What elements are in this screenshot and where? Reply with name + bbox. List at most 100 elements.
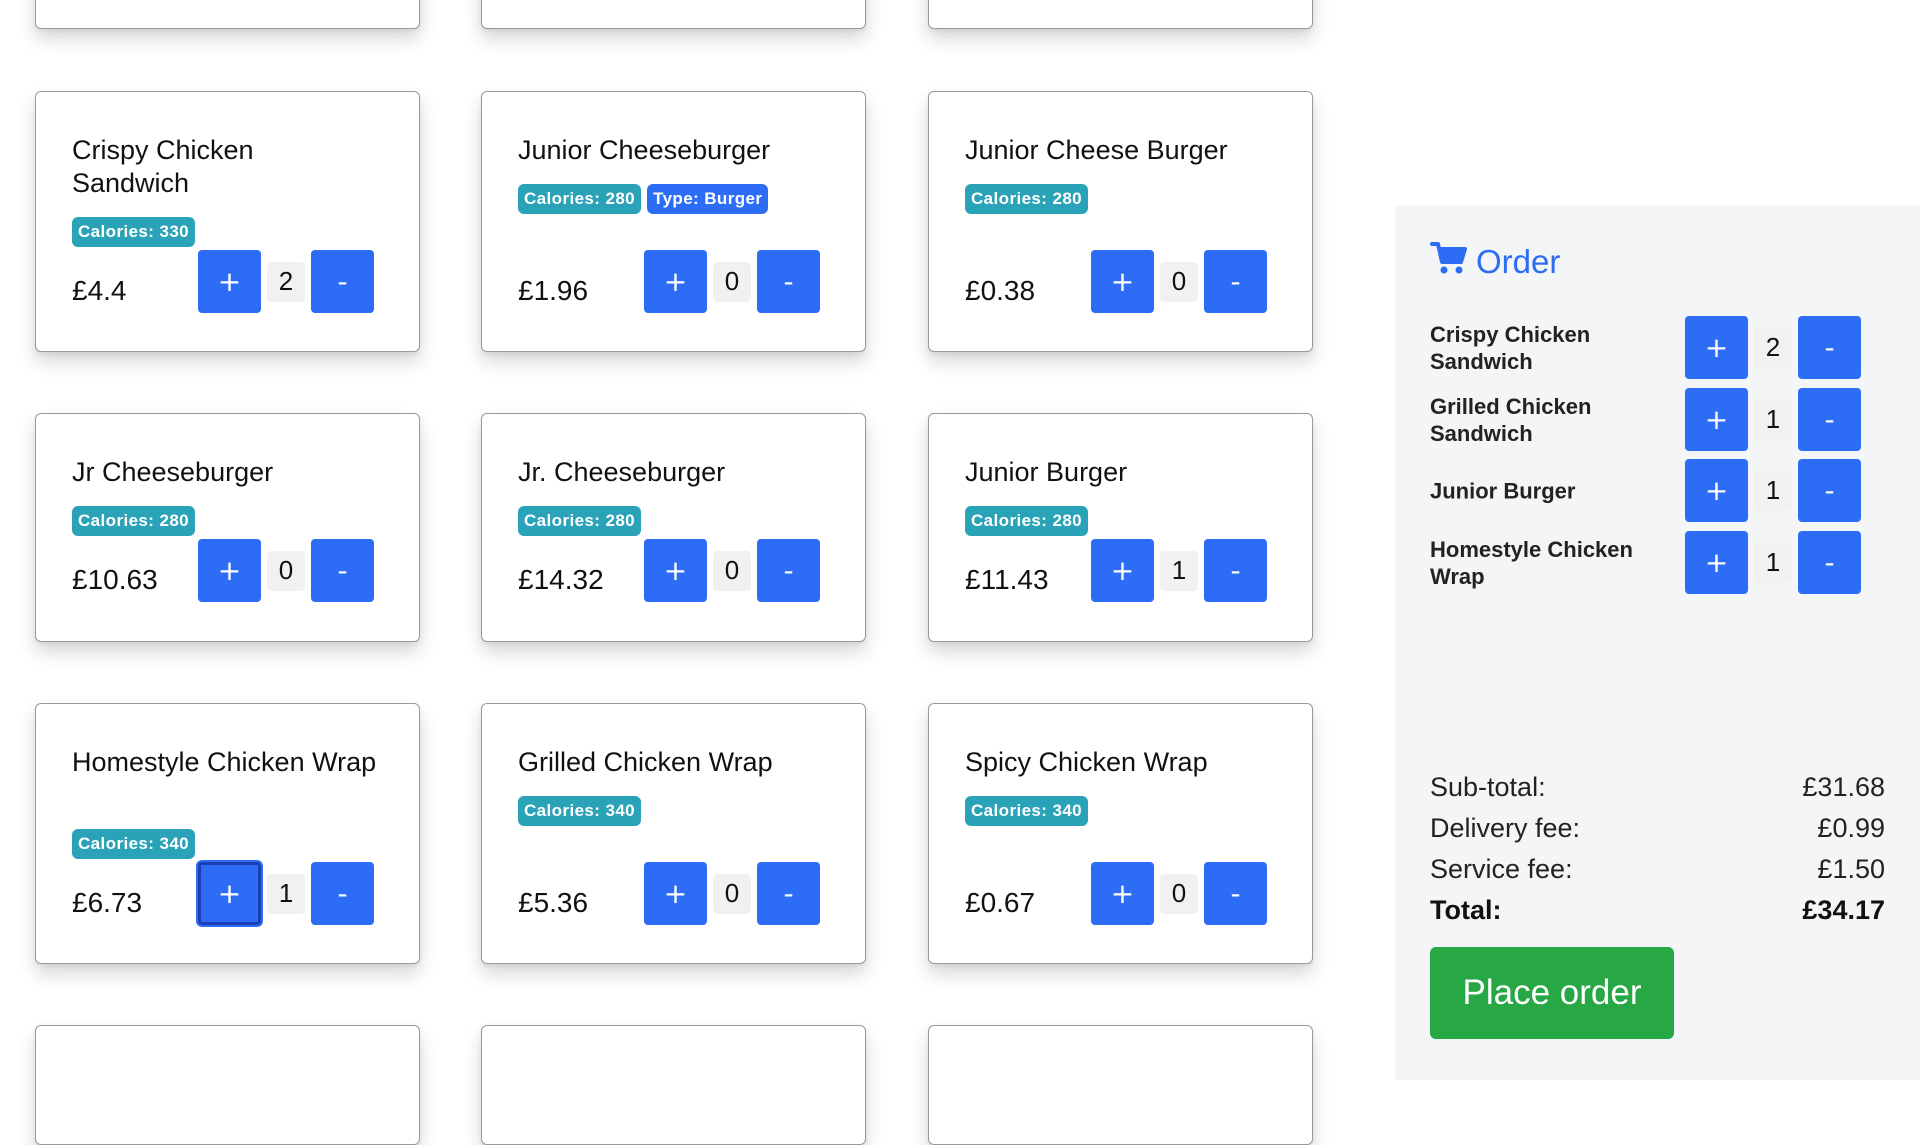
menu-item-price: £10.63 [72, 564, 158, 595]
order-summary: Sub-total: £31.68 Delivery fee: £0.99 Se… [1430, 767, 1885, 931]
menu-item-price: £4.4 [72, 275, 127, 306]
decrease-button[interactable]: - [1204, 539, 1267, 602]
decrease-button[interactable]: - [1798, 459, 1861, 522]
increase-button[interactable]: + [1685, 316, 1748, 379]
menu-item-price: £5.36 [518, 887, 589, 918]
order-item-name: Junior Burger [1430, 478, 1576, 504]
menu-card-grilled-chicken-wrap: Grilled Chicken Wrap Calories: 340 £5.36… [481, 703, 866, 964]
menu-item-price: £11.43 [965, 564, 1049, 595]
calories-badge: Calories: 340 [518, 796, 642, 826]
increase-button[interactable]: + [1091, 539, 1154, 602]
quantity-value: 0 [1160, 261, 1198, 302]
decrease-button[interactable]: - [311, 862, 374, 925]
increase-button[interactable]: + [198, 250, 261, 313]
menu-card-junior-burger: Junior Burger Calories: 280 £11.43 + 1 - [928, 413, 1313, 642]
calories-badge: Calories: 280 [72, 506, 196, 536]
quantity-value: 1 [1754, 399, 1792, 440]
menu-card [928, 0, 1313, 29]
quantity-value: 2 [1754, 327, 1792, 368]
calories-badge: Calories: 340 [965, 796, 1089, 826]
calories-badge: Calories: 280 [965, 506, 1089, 536]
calories-badge: Calories: 280 [965, 184, 1089, 214]
menu-card-crispy-chicken-sandwich: Crispy Chicken Sandwich Calories: 330 £4… [35, 91, 420, 352]
menu-item-price: £6.73 [72, 887, 143, 918]
increase-button[interactable]: + [1685, 388, 1748, 451]
calories-badge: Calories: 340 [72, 829, 196, 859]
menu-card-homestyle-chicken-wrap: Homestyle Chicken Wrap Calories: 340 £6.… [35, 703, 420, 964]
decrease-button[interactable]: - [311, 250, 374, 313]
service-fee-value: £1.50 [1817, 854, 1885, 884]
menu-item-price: £14.32 [518, 564, 604, 595]
menu-card-jr-dot-cheeseburger: Jr. Cheeseburger Calories: 280 £14.32 + … [481, 413, 866, 642]
decrease-button[interactable]: - [1798, 388, 1861, 451]
calories-badge: Calories: 280 [518, 506, 642, 536]
quantity-value: 2 [267, 261, 305, 302]
decrease-button[interactable]: - [1204, 862, 1267, 925]
service-fee-line: Service fee: £1.50 [1430, 849, 1885, 890]
increase-button[interactable]: + [644, 539, 707, 602]
menu-card [928, 1025, 1313, 1145]
order-item: Crispy Chicken Sandwich + 2 - [1430, 316, 1890, 380]
menu-item-name: Homestyle Chicken Wrap [72, 747, 377, 777]
menu-card [481, 0, 866, 29]
quantity-value: 0 [1160, 873, 1198, 914]
increase-button[interactable]: + [1685, 459, 1748, 522]
menu-item-name: Junior Cheeseburger [518, 135, 771, 165]
decrease-button[interactable]: - [757, 539, 820, 602]
decrease-button[interactable]: - [1798, 531, 1861, 594]
type-badge: Type: Burger [647, 184, 769, 214]
subtotal-line: Sub-total: £31.68 [1430, 767, 1885, 808]
service-fee-label: Service fee: [1430, 854, 1573, 884]
delivery-fee-value: £0.99 [1817, 813, 1885, 843]
menu-card [35, 1025, 420, 1145]
delivery-fee-line: Delivery fee: £0.99 [1430, 808, 1885, 849]
increase-button[interactable]: + [644, 862, 707, 925]
decrease-button[interactable]: - [757, 862, 820, 925]
quantity-value: 0 [713, 550, 751, 591]
increase-button[interactable]: + [1091, 250, 1154, 313]
order-item: Junior Burger + 1 - [1430, 459, 1890, 523]
cart-icon [1430, 241, 1468, 283]
menu-item-name: Jr Cheeseburger [72, 457, 274, 487]
place-order-button[interactable]: Place order [1430, 947, 1674, 1039]
menu-item-name: Junior Cheese Burger [965, 135, 1228, 165]
menu-item-price: £1.96 [518, 275, 589, 306]
order-item: Homestyle Chicken Wrap + 1 - [1430, 531, 1890, 595]
decrease-button[interactable]: - [1204, 250, 1267, 313]
increase-button[interactable]: + [198, 539, 261, 602]
subtotal-value: £31.68 [1802, 772, 1885, 802]
menu-card-spicy-chicken-wrap: Spicy Chicken Wrap Calories: 340 £0.67 +… [928, 703, 1313, 964]
menu-item-name: Grilled Chicken Wrap [518, 747, 773, 777]
quantity-value: 0 [267, 550, 305, 591]
quantity-value: 1 [1754, 542, 1792, 583]
menu-item-name: Spicy Chicken Wrap [965, 747, 1208, 777]
menu-item-price: £0.67 [965, 887, 1036, 918]
menu-card-junior-cheese-burger: Junior Cheese Burger Calories: 280 £0.38… [928, 91, 1313, 352]
order-header: Order [1430, 241, 1560, 283]
menu-card-junior-cheeseburger: Junior Cheeseburger Calories: 280 Type: … [481, 91, 866, 352]
increase-button[interactable]: + [198, 862, 261, 925]
menu-item-price: £0.38 [965, 275, 1036, 306]
decrease-button[interactable]: - [311, 539, 374, 602]
decrease-button[interactable]: - [1798, 316, 1861, 379]
order-item: Grilled Chicken Sandwich + 1 - [1430, 388, 1890, 452]
increase-button[interactable]: + [1685, 531, 1748, 594]
menu-item-name: Jr. Cheeseburger [518, 457, 726, 487]
decrease-button[interactable]: - [757, 250, 820, 313]
increase-button[interactable]: + [644, 250, 707, 313]
order-panel: Order Crispy Chicken Sandwich + 2 - Gril… [1395, 205, 1920, 1080]
menu-item-name: Junior Burger [965, 457, 1128, 487]
menu-card [35, 0, 420, 29]
menu-item-name: Crispy Chicken Sandwich [72, 135, 254, 198]
order-item-name: Grilled Chicken Sandwich [1430, 394, 1592, 446]
menu-card [481, 1025, 866, 1145]
subtotal-label: Sub-total: [1430, 772, 1546, 802]
order-item-name: Homestyle Chicken Wrap [1430, 537, 1633, 589]
menu-card-jr-cheeseburger: Jr Cheeseburger Calories: 280 £10.63 + 0… [35, 413, 420, 642]
quantity-value: 1 [1160, 550, 1198, 591]
increase-button[interactable]: + [1091, 862, 1154, 925]
total-value: £34.17 [1802, 895, 1885, 925]
quantity-value: 1 [267, 873, 305, 914]
order-item-name: Crispy Chicken Sandwich [1430, 322, 1591, 374]
quantity-value: 0 [713, 261, 751, 302]
